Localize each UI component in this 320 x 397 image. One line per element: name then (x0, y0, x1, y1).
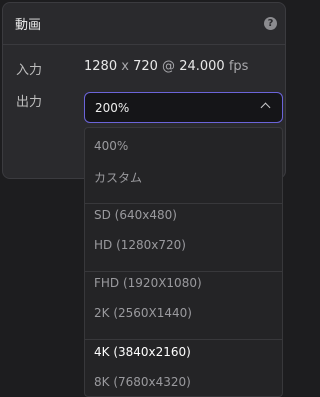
input-at-separator: @ (162, 59, 176, 74)
dropdown-option-sd[interactable]: SD (640x480) (85, 200, 282, 230)
dropdown-option-fhd[interactable]: FHD (1920X1080) (85, 268, 282, 298)
output-scale-dropdown: 400% カスタム SD (640x480) HD (1280x720) FHD… (84, 127, 283, 397)
chevron-up-icon (260, 102, 271, 113)
output-scale-select[interactable]: 200% (84, 92, 283, 123)
dropdown-option-2k[interactable]: 2K (2560X1440) (85, 298, 282, 328)
panel-title: 動画 (15, 18, 42, 33)
dropdown-option-400[interactable]: 400% (85, 131, 282, 161)
input-width: 1280 (84, 59, 118, 74)
help-icon[interactable]: ? (264, 17, 277, 30)
input-fps-unit: fps (228, 59, 249, 74)
dropdown-option-8k[interactable]: 8K (7680x4320) (85, 367, 282, 396)
output-selected-value: 200% (95, 100, 130, 115)
dropdown-option-custom[interactable]: カスタム (85, 162, 282, 192)
dropdown-option-4k[interactable]: 4K (3840x2160) (85, 337, 282, 367)
input-resolution: 1280 x 720 @ 24.000 fps (84, 59, 248, 74)
dropdown-option-hd[interactable]: HD (1280x720) (85, 230, 282, 260)
panel-header: 動画 ? (3, 3, 285, 45)
output-label: 出力 (16, 95, 43, 110)
input-label: 入力 (16, 63, 43, 78)
input-fps-value: 24.000 (179, 59, 225, 74)
input-height: 720 (133, 59, 158, 74)
input-x-separator: x (121, 59, 129, 74)
